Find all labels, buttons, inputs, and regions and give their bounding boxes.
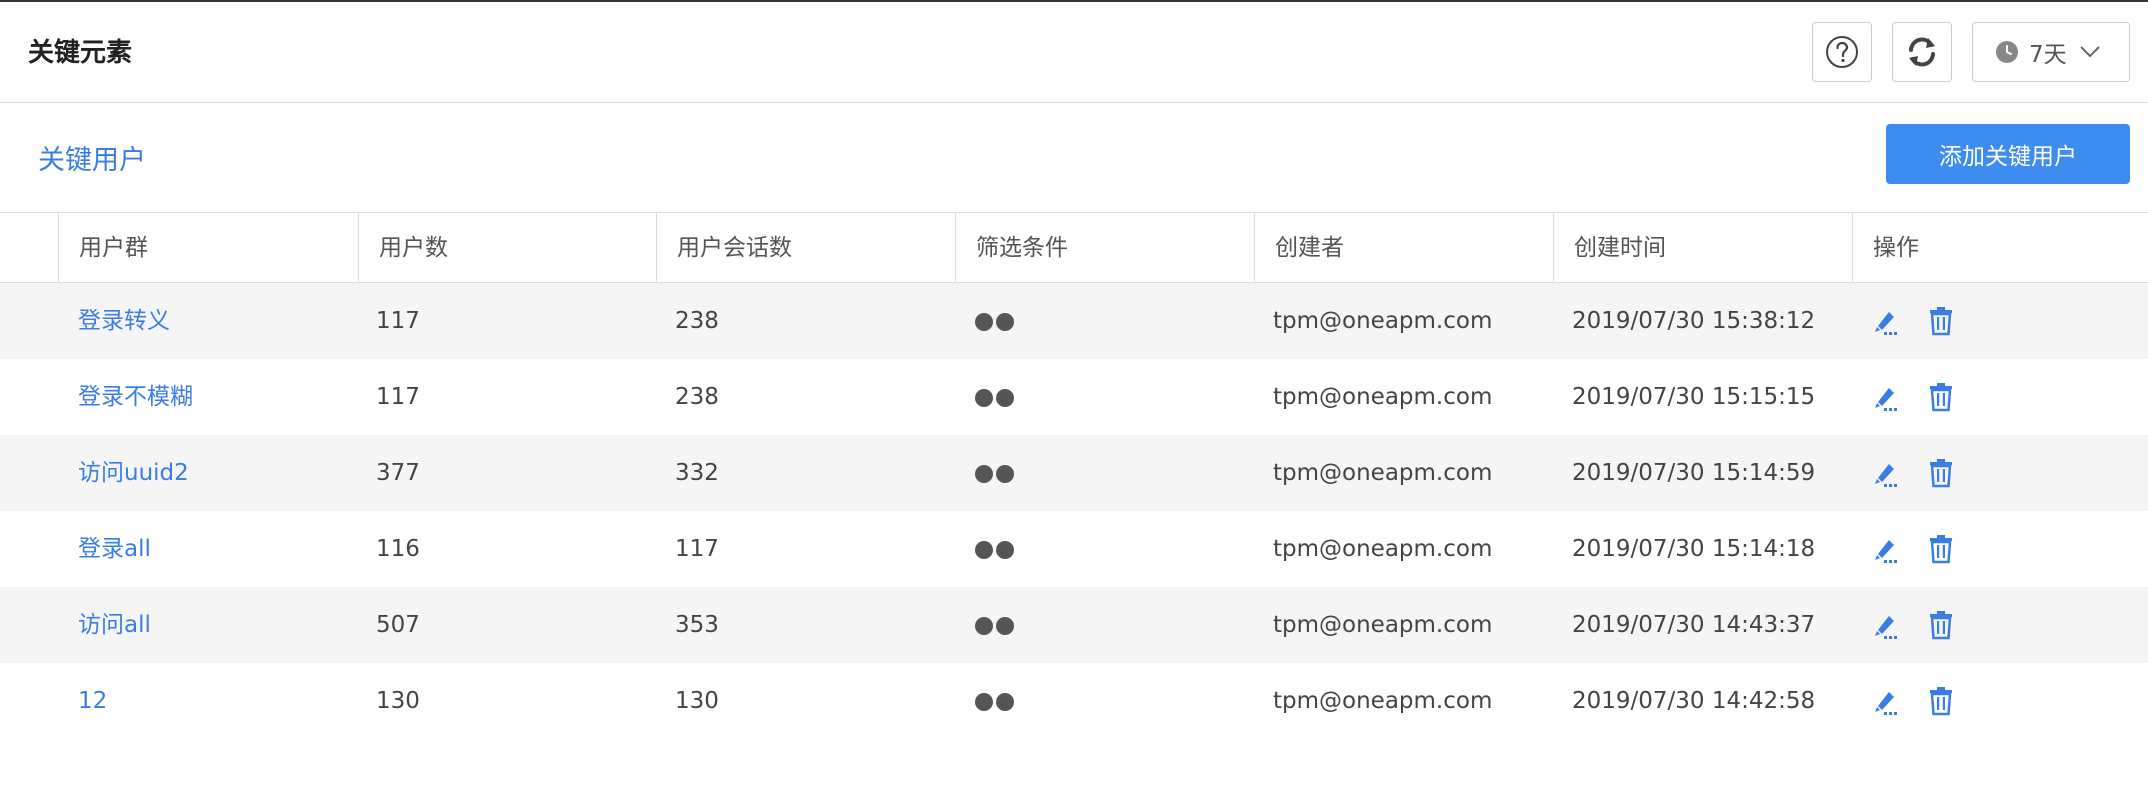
filter-condition-indicator <box>975 465 1014 483</box>
filter-dot-icon <box>975 313 993 331</box>
delete-icon[interactable] <box>1926 610 1956 640</box>
session-count: 332 <box>675 460 719 486</box>
column-header-filter[interactable]: 筛选条件 <box>955 213 1255 283</box>
user-group-link[interactable]: 登录不模糊 <box>78 359 193 435</box>
created-time: 2019/07/30 15:38:12 <box>1572 308 1816 334</box>
filter-condition-indicator <box>975 617 1014 635</box>
filter-dot-icon <box>975 541 993 559</box>
delete-icon[interactable] <box>1926 382 1956 412</box>
user-count: 377 <box>376 460 420 486</box>
filter-condition-indicator <box>975 541 1014 559</box>
filter-condition-indicator <box>975 693 1014 711</box>
table-row: 访问uuid2 377 332 tpm@oneapm.com 2019/07/3… <box>0 435 2148 511</box>
user-group-link[interactable]: 访问all <box>78 587 151 663</box>
edit-icon[interactable] <box>1870 610 1900 640</box>
session-count: 238 <box>675 308 719 334</box>
creator-email: tpm@oneapm.com <box>1273 460 1493 486</box>
user-count: 507 <box>376 612 420 638</box>
user-group-link[interactable]: 访问uuid2 <box>78 435 189 511</box>
table-row: 登录不模糊 117 238 tpm@oneapm.com 2019/07/30 … <box>0 359 2148 435</box>
delete-icon[interactable] <box>1926 306 1956 336</box>
edit-icon[interactable] <box>1870 534 1900 564</box>
user-count: 117 <box>376 308 420 334</box>
edit-icon[interactable] <box>1870 306 1900 336</box>
filter-dot-icon <box>996 465 1014 483</box>
user-count: 116 <box>376 536 420 562</box>
user-group-link[interactable]: 登录转义 <box>78 283 170 359</box>
creator-email: tpm@oneapm.com <box>1273 308 1493 334</box>
filter-condition-indicator <box>975 313 1014 331</box>
created-time: 2019/07/30 14:43:37 <box>1572 612 1816 638</box>
table-body: 登录转义 117 238 tpm@oneapm.com 2019/07/30 1… <box>0 283 2148 739</box>
filter-dot-icon <box>996 313 1014 331</box>
delete-icon[interactable] <box>1926 534 1956 564</box>
filter-dot-icon <box>996 617 1014 635</box>
created-time: 2019/07/30 15:15:15 <box>1572 384 1816 410</box>
time-range-value: 7天 <box>2029 42 2067 68</box>
creator-email: tpm@oneapm.com <box>1273 384 1493 410</box>
created-time: 2019/07/30 15:14:18 <box>1572 536 1816 562</box>
refresh-button[interactable] <box>1892 22 1952 82</box>
filter-condition-indicator <box>975 389 1014 407</box>
edit-icon[interactable] <box>1870 458 1900 488</box>
row-actions <box>1870 511 1956 587</box>
filter-dot-icon <box>975 465 993 483</box>
section-title: 关键用户 <box>38 145 146 176</box>
row-actions <box>1870 359 1956 435</box>
page-title: 关键元素 <box>28 38 133 68</box>
add-key-user-button[interactable]: 添加关键用户 <box>1886 124 2130 184</box>
question-circle-icon <box>1826 36 1858 68</box>
table-row: 登录all 116 117 tpm@oneapm.com 2019/07/30 … <box>0 511 2148 587</box>
session-count: 353 <box>675 612 719 638</box>
column-header-users[interactable]: 用户数 <box>358 213 658 283</box>
time-range-select[interactable]: 7天 <box>1972 22 2130 82</box>
user-count: 130 <box>376 688 420 714</box>
user-group-link[interactable]: 登录all <box>78 511 151 587</box>
chevron-down-icon <box>2079 45 2101 59</box>
column-header-created-time[interactable]: 创建时间 <box>1553 213 1853 283</box>
delete-icon[interactable] <box>1926 686 1956 716</box>
creator-email: tpm@oneapm.com <box>1273 688 1493 714</box>
session-count: 238 <box>675 384 719 410</box>
filter-dot-icon <box>975 693 993 711</box>
user-count: 117 <box>376 384 420 410</box>
filter-dot-icon <box>975 389 993 407</box>
table-row: 12 130 130 tpm@oneapm.com 2019/07/30 14:… <box>0 663 2148 739</box>
row-actions <box>1870 587 1956 663</box>
filter-dot-icon <box>996 693 1014 711</box>
created-time: 2019/07/30 14:42:58 <box>1572 688 1816 714</box>
key-users-table: 用户群 用户数 用户会话数 筛选条件 创建者 创建时间 操作 登录转义 117 … <box>0 212 2148 739</box>
edit-icon[interactable] <box>1870 382 1900 412</box>
edit-icon[interactable] <box>1870 686 1900 716</box>
help-button[interactable] <box>1812 22 1872 82</box>
table-row: 访问all 507 353 tpm@oneapm.com 2019/07/30 … <box>0 587 2148 663</box>
table-row: 登录转义 117 238 tpm@oneapm.com 2019/07/30 1… <box>0 283 2148 359</box>
row-actions <box>1870 663 1956 739</box>
column-header-creator[interactable]: 创建者 <box>1254 213 1554 283</box>
column-header-sessions[interactable]: 用户会话数 <box>656 213 956 283</box>
session-count: 130 <box>675 688 719 714</box>
delete-icon[interactable] <box>1926 458 1956 488</box>
page-header: 关键元素 7天 <box>0 2 2148 103</box>
column-header-actions: 操作 <box>1852 213 2148 283</box>
filter-dot-icon <box>996 389 1014 407</box>
creator-email: tpm@oneapm.com <box>1273 536 1493 562</box>
row-actions <box>1870 435 1956 511</box>
clock-icon <box>1995 40 2019 64</box>
column-header-group[interactable]: 用户群 <box>58 213 358 283</box>
refresh-icon <box>1909 37 1935 67</box>
row-actions <box>1870 283 1956 359</box>
table-header: 用户群 用户数 用户会话数 筛选条件 创建者 创建时间 操作 <box>0 212 2148 283</box>
session-count: 117 <box>675 536 719 562</box>
filter-dot-icon <box>975 617 993 635</box>
user-group-link[interactable]: 12 <box>78 663 107 739</box>
creator-email: tpm@oneapm.com <box>1273 612 1493 638</box>
created-time: 2019/07/30 15:14:59 <box>1572 460 1816 486</box>
filter-dot-icon <box>996 541 1014 559</box>
